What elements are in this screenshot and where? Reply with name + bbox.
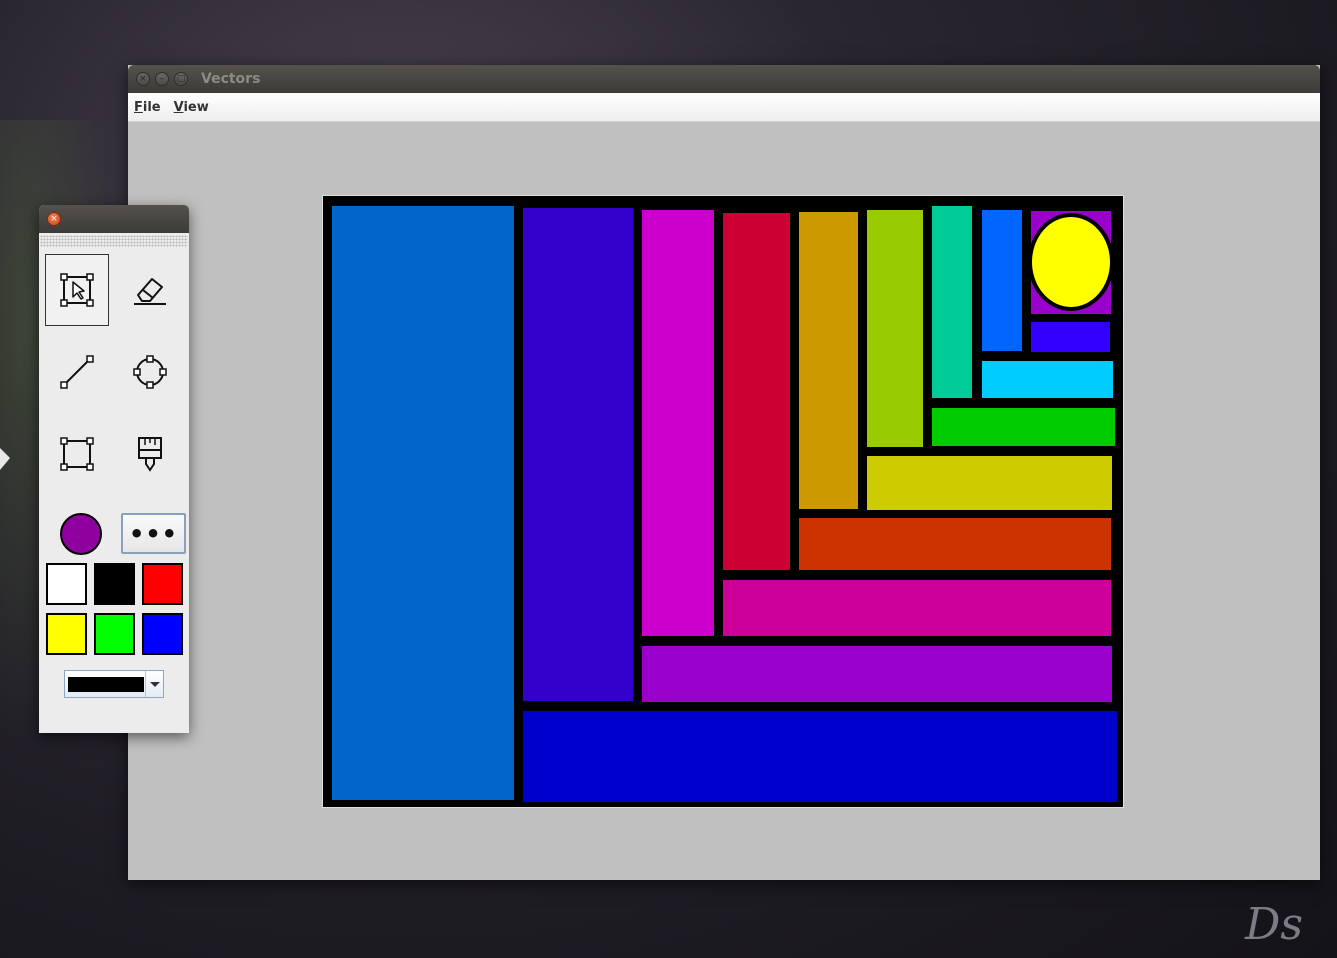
menu-file-label: ile <box>142 99 161 115</box>
stroke-width-select[interactable] <box>64 670 164 698</box>
canvas-shape-rect[interactable] <box>982 210 1022 351</box>
swatch-blue[interactable] <box>142 613 183 655</box>
canvas-shape-rect[interactable] <box>523 711 1117 802</box>
toolbox-titlebar[interactable]: × <box>39 205 189 233</box>
maximize-icon[interactable]: □ <box>174 72 188 86</box>
eraser-tool[interactable] <box>118 254 182 326</box>
menu-file-mnemonic: F <box>134 99 143 115</box>
menubar: File View <box>128 93 1320 122</box>
canvas-shape-rect[interactable] <box>932 206 972 398</box>
swatch-green[interactable] <box>94 613 135 655</box>
canvas-shape-rect[interactable] <box>723 580 1111 636</box>
more-colors-button[interactable]: ••• <box>121 513 186 554</box>
canvas-shape-rect[interactable] <box>1031 322 1110 352</box>
canvas-shape-rect[interactable] <box>723 213 790 570</box>
canvas-shape-ellipse[interactable] <box>1028 213 1114 311</box>
line-tool[interactable] <box>45 336 109 408</box>
eraser-icon <box>134 278 166 305</box>
canvas-shape-rect[interactable] <box>932 408 1115 446</box>
chevron-down-icon[interactable] <box>145 671 163 697</box>
toolbox-close-icon[interactable]: × <box>47 212 61 226</box>
canvas-svg[interactable] <box>323 196 1123 807</box>
menu-file[interactable]: File <box>134 100 161 115</box>
canvas-shape-rect[interactable] <box>799 518 1111 570</box>
swatch-white[interactable] <box>46 563 87 605</box>
close-icon[interactable]: × <box>136 72 150 86</box>
ellipse-tool[interactable] <box>118 336 182 408</box>
main-titlebar[interactable]: × – □ Vectors <box>128 65 1320 93</box>
swatch-red[interactable] <box>142 563 183 605</box>
select-icon <box>60 273 94 307</box>
canvas-shape-rect[interactable] <box>867 456 1112 510</box>
window-title: Vectors <box>201 71 261 87</box>
line-icon <box>60 355 94 389</box>
toolbox-window: × ••• <box>39 205 189 733</box>
canvas-shape-rect[interactable] <box>982 361 1113 398</box>
menu-view[interactable]: View <box>174 100 209 115</box>
canvas-shape-rect[interactable] <box>799 212 858 509</box>
minimize-icon[interactable]: – <box>155 72 169 86</box>
main-window: × – □ Vectors File View <box>128 65 1320 880</box>
paint-tool[interactable] <box>118 418 182 490</box>
rectangle-icon <box>60 437 94 471</box>
ellipse-icon <box>133 355 167 389</box>
canvas-shape-rect[interactable] <box>642 646 1112 702</box>
drawing-canvas[interactable] <box>322 195 1124 808</box>
select-tool[interactable] <box>45 254 109 326</box>
stroke-preview <box>68 677 144 692</box>
canvas-shape-rect[interactable] <box>332 206 514 800</box>
desktop-signature: Ds <box>1245 899 1303 950</box>
swatch-black[interactable] <box>94 563 135 605</box>
menu-view-label: iew <box>183 99 209 115</box>
canvas-shape-rect[interactable] <box>642 210 714 636</box>
paintbrush-icon <box>138 437 162 472</box>
rectangle-tool[interactable] <box>45 418 109 490</box>
canvas-shape-rect[interactable] <box>523 208 633 701</box>
canvas-shape-rect[interactable] <box>867 210 923 447</box>
menu-view-mnemonic: V <box>173 99 184 115</box>
toolbox-grip[interactable] <box>40 235 188 247</box>
fill-color-indicator[interactable] <box>60 513 102 555</box>
desktop-arrow-icon <box>0 448 10 470</box>
swatch-yellow[interactable] <box>46 613 87 655</box>
